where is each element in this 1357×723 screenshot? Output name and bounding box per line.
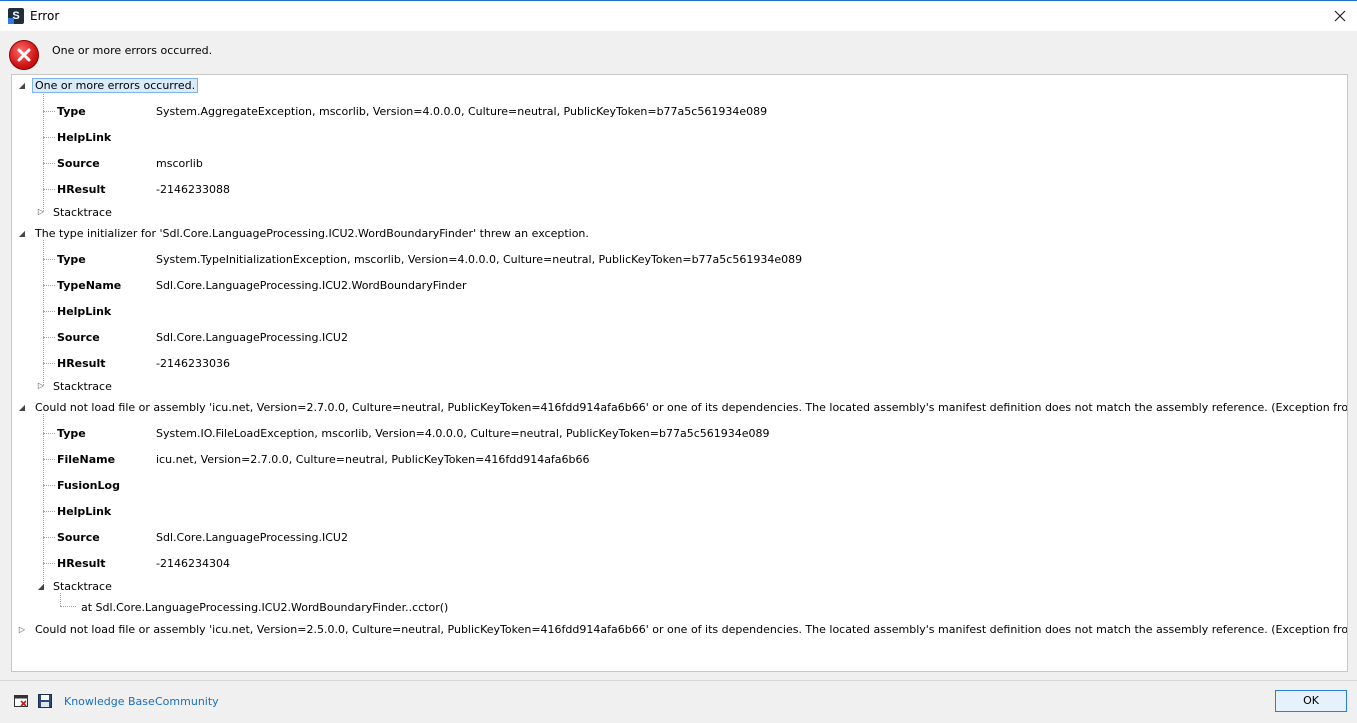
exception-tree[interactable]: ◢ One or more errors occurred. Type Syst… xyxy=(11,74,1348,672)
collapse-icon[interactable]: ◢ xyxy=(17,229,27,238)
prop-name: Source xyxy=(57,157,100,170)
error-icon xyxy=(9,40,39,70)
tree-connector xyxy=(43,433,55,434)
tree-node-stacktrace[interactable]: Stacktrace xyxy=(53,206,112,219)
prop-name: TypeName xyxy=(57,279,122,292)
stacktrace-line: at Sdl.Core.LanguageProcessing.ICU2.Word… xyxy=(81,601,449,614)
tree-connector xyxy=(43,189,55,190)
prop-name: Source xyxy=(57,531,100,544)
expand-icon[interactable]: ▷ xyxy=(36,381,46,390)
tree-connector xyxy=(43,311,55,312)
prop-value: System.IO.FileLoadException, mscorlib, V… xyxy=(156,427,770,440)
clear-log-icon[interactable] xyxy=(14,694,28,708)
tree-node[interactable]: Could not load file or assembly 'icu.net… xyxy=(35,623,1347,636)
tree-connector xyxy=(43,285,55,286)
tree-connector xyxy=(43,563,55,564)
tree-connector xyxy=(43,337,55,338)
close-icon xyxy=(1334,10,1346,22)
prop-name: HResult xyxy=(57,357,106,370)
tree-connector xyxy=(43,537,55,538)
prop-name: HelpLink xyxy=(57,131,112,144)
save-icon[interactable] xyxy=(38,694,52,708)
tree-connector xyxy=(43,111,55,112)
app-icon: S xyxy=(8,8,24,24)
prop-value: mscorlib xyxy=(156,157,203,170)
tree-connector xyxy=(43,414,44,585)
prop-name: FusionLog xyxy=(57,479,120,492)
tree-node[interactable]: Could not load file or assembly 'icu.net… xyxy=(35,401,1347,414)
tree-connector xyxy=(43,459,55,460)
prop-name: FileName xyxy=(57,453,116,466)
expand-icon[interactable]: ▷ xyxy=(17,625,27,634)
prop-name: Type xyxy=(57,427,86,440)
close-button[interactable] xyxy=(1323,1,1357,31)
knowledge-base-link[interactable]: Knowledge Base xyxy=(64,695,155,708)
tree-node-stacktrace[interactable]: Stacktrace xyxy=(53,380,112,393)
prop-value: -2146233088 xyxy=(156,183,230,196)
collapse-icon[interactable]: ◢ xyxy=(17,81,27,90)
prop-name: Source xyxy=(57,331,100,344)
prop-value: icu.net, Version=2.7.0.0, Culture=neutra… xyxy=(156,453,590,466)
prop-name: HelpLink xyxy=(57,305,112,318)
prop-value: System.TypeInitializationException, msco… xyxy=(156,253,803,266)
tree-node-stacktrace[interactable]: Stacktrace xyxy=(53,580,112,593)
prop-value: -2146233036 xyxy=(156,357,230,370)
prop-name: HResult xyxy=(57,557,106,570)
prop-value: Sdl.Core.LanguageProcessing.ICU2.WordBou… xyxy=(156,279,467,292)
error-message: One or more errors occurred. xyxy=(52,44,213,57)
tree-connector xyxy=(60,606,76,607)
prop-name: HelpLink xyxy=(57,505,112,518)
prop-name: Type xyxy=(57,105,86,118)
collapse-icon[interactable]: ◢ xyxy=(36,582,46,591)
expand-icon[interactable]: ▷ xyxy=(36,207,46,216)
tree-connector xyxy=(43,137,55,138)
collapse-icon[interactable]: ◢ xyxy=(17,403,27,412)
footer: Knowledge Base Community OK xyxy=(0,680,1357,723)
prop-name: Type xyxy=(57,253,86,266)
tree-connector xyxy=(43,485,55,486)
title-bar: S Error xyxy=(0,0,1357,31)
prop-name: HResult xyxy=(57,183,106,196)
tree-node[interactable]: The type initializer for 'Sdl.Core.Langu… xyxy=(35,227,589,240)
tree-connector xyxy=(43,363,55,364)
prop-value: -2146234304 xyxy=(156,557,230,570)
prop-value: Sdl.Core.LanguageProcessing.ICU2 xyxy=(156,331,348,344)
ok-button[interactable]: OK xyxy=(1275,690,1347,712)
prop-value: System.AggregateException, mscorlib, Ver… xyxy=(156,105,768,118)
tree-node-label: One or more errors occurred. xyxy=(32,78,199,93)
tree-connector xyxy=(43,92,44,211)
prop-value: Sdl.Core.LanguageProcessing.ICU2 xyxy=(156,531,348,544)
tree-connector xyxy=(43,163,55,164)
community-link[interactable]: Community xyxy=(155,695,219,708)
error-header: One or more errors occurred. xyxy=(0,31,1357,75)
window-title: Error xyxy=(30,9,60,23)
tree-connector xyxy=(43,511,55,512)
tree-connector xyxy=(60,593,61,606)
tree-node[interactable]: One or more errors occurred. xyxy=(32,78,199,93)
tree-connector xyxy=(43,259,55,260)
